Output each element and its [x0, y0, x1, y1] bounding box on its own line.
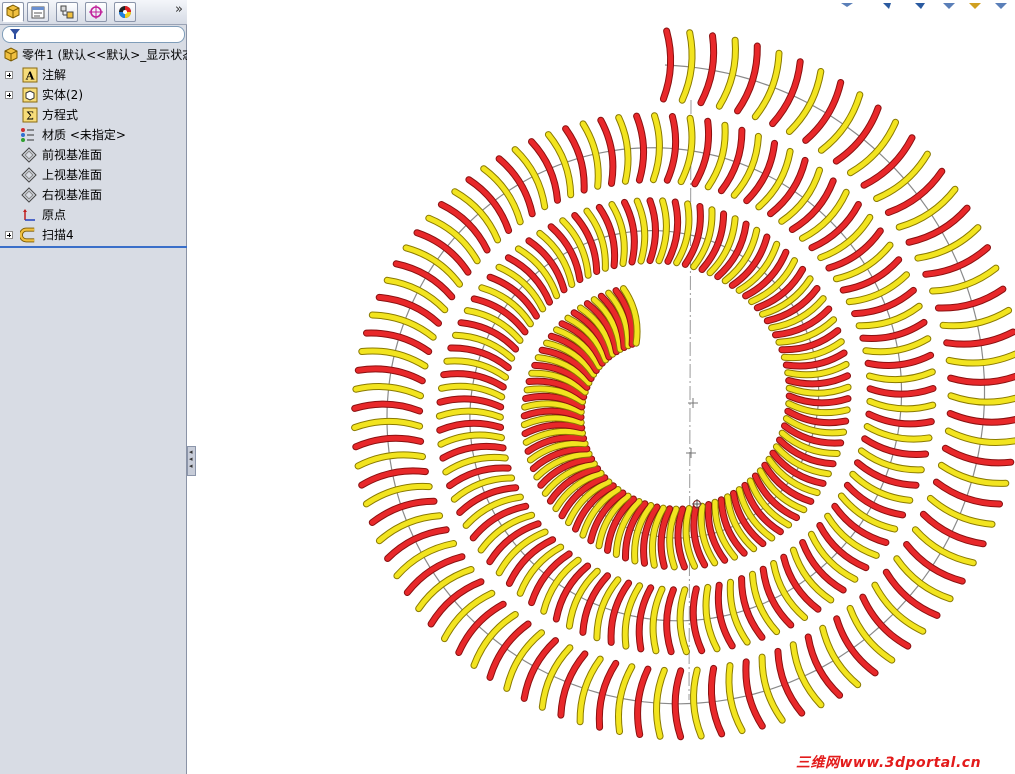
sweep-icon [20, 227, 35, 243]
plane-icon [21, 147, 37, 163]
tree-item-solid-bodies[interactable]: 实体(2) [0, 85, 187, 105]
origin-icon [23, 209, 35, 221]
graphics-area[interactable] [190, 0, 1015, 774]
tree-rollback-bar[interactable] [0, 246, 187, 248]
expand-icon[interactable] [5, 71, 13, 79]
watermark-text: 三维网www.3dportal.cn [796, 755, 982, 771]
tree-item-label: 扫描4 [42, 228, 74, 242]
part-icon [4, 47, 18, 62]
tree-item-label: 原点 [42, 208, 67, 222]
dimxpert-icon [89, 5, 103, 19]
dimxpert-tab[interactable] [85, 2, 107, 22]
filter-icon [10, 29, 20, 39]
feature-manager-panel: » 零件1 (默认<<默认>_显示状态 A 注解 实体(2) Σ 方程式 材质 … [0, 0, 187, 774]
tree-item-equations[interactable]: Σ 方程式 [0, 105, 187, 125]
svg-text:A: A [25, 70, 35, 83]
material-icon [21, 128, 34, 142]
tree-item-label: 上视基准面 [42, 168, 103, 182]
svg-text:Σ: Σ [26, 110, 34, 123]
tree-item-label: 方程式 [42, 108, 79, 122]
tree-item-right-plane[interactable]: 右视基准面 [0, 185, 187, 205]
configurationmanager-tab[interactable] [56, 2, 78, 22]
equations-icon: Σ [22, 107, 38, 123]
tree-item-top-plane[interactable]: 上视基准面 [0, 165, 187, 185]
plane-icon [21, 167, 37, 183]
tab-overflow-chevron[interactable]: » [175, 2, 183, 17]
tree-item-origin[interactable]: 原点 [0, 205, 187, 225]
tree-root-part[interactable]: 零件1 (默认<<默认>_显示状态 [0, 45, 187, 65]
expand-icon[interactable] [5, 231, 13, 239]
coil-sweep-body[interactable] [351, 27, 1015, 741]
tree-item-material[interactable]: 材质 <未指定> [0, 125, 187, 145]
display-manager-icon [119, 6, 131, 18]
expand-icon[interactable] [5, 91, 13, 99]
tree-item-label: 材质 <未指定> [42, 128, 126, 142]
tree-item-label: 实体(2) [42, 88, 83, 102]
propertymanager-tab[interactable] [27, 2, 49, 22]
tree-item-front-plane[interactable]: 前视基准面 [0, 145, 187, 165]
tree-root-label: 零件1 (默认<<默认>_显示状态 [22, 48, 187, 62]
manager-tab-bar: » [0, 0, 187, 25]
tree-item-annotations[interactable]: A 注解 [0, 65, 187, 85]
annotation-icon: A [22, 67, 38, 83]
sketch-points [686, 398, 702, 509]
tree-item-sweep[interactable]: 扫描4 [0, 225, 187, 245]
configuration-icon [60, 5, 74, 19]
display-manager-tab[interactable] [114, 2, 136, 22]
tree-item-label: 注解 [42, 68, 67, 82]
property-manager-icon [31, 6, 45, 19]
filter-input[interactable] [2, 26, 185, 43]
feature-tree-icon [6, 4, 20, 19]
featuremanager-tab[interactable] [2, 2, 24, 22]
tree-item-label: 右视基准面 [42, 188, 103, 202]
solid-bodies-icon [22, 87, 38, 103]
plane-icon [21, 187, 37, 203]
tree-item-label: 前视基准面 [42, 148, 103, 162]
